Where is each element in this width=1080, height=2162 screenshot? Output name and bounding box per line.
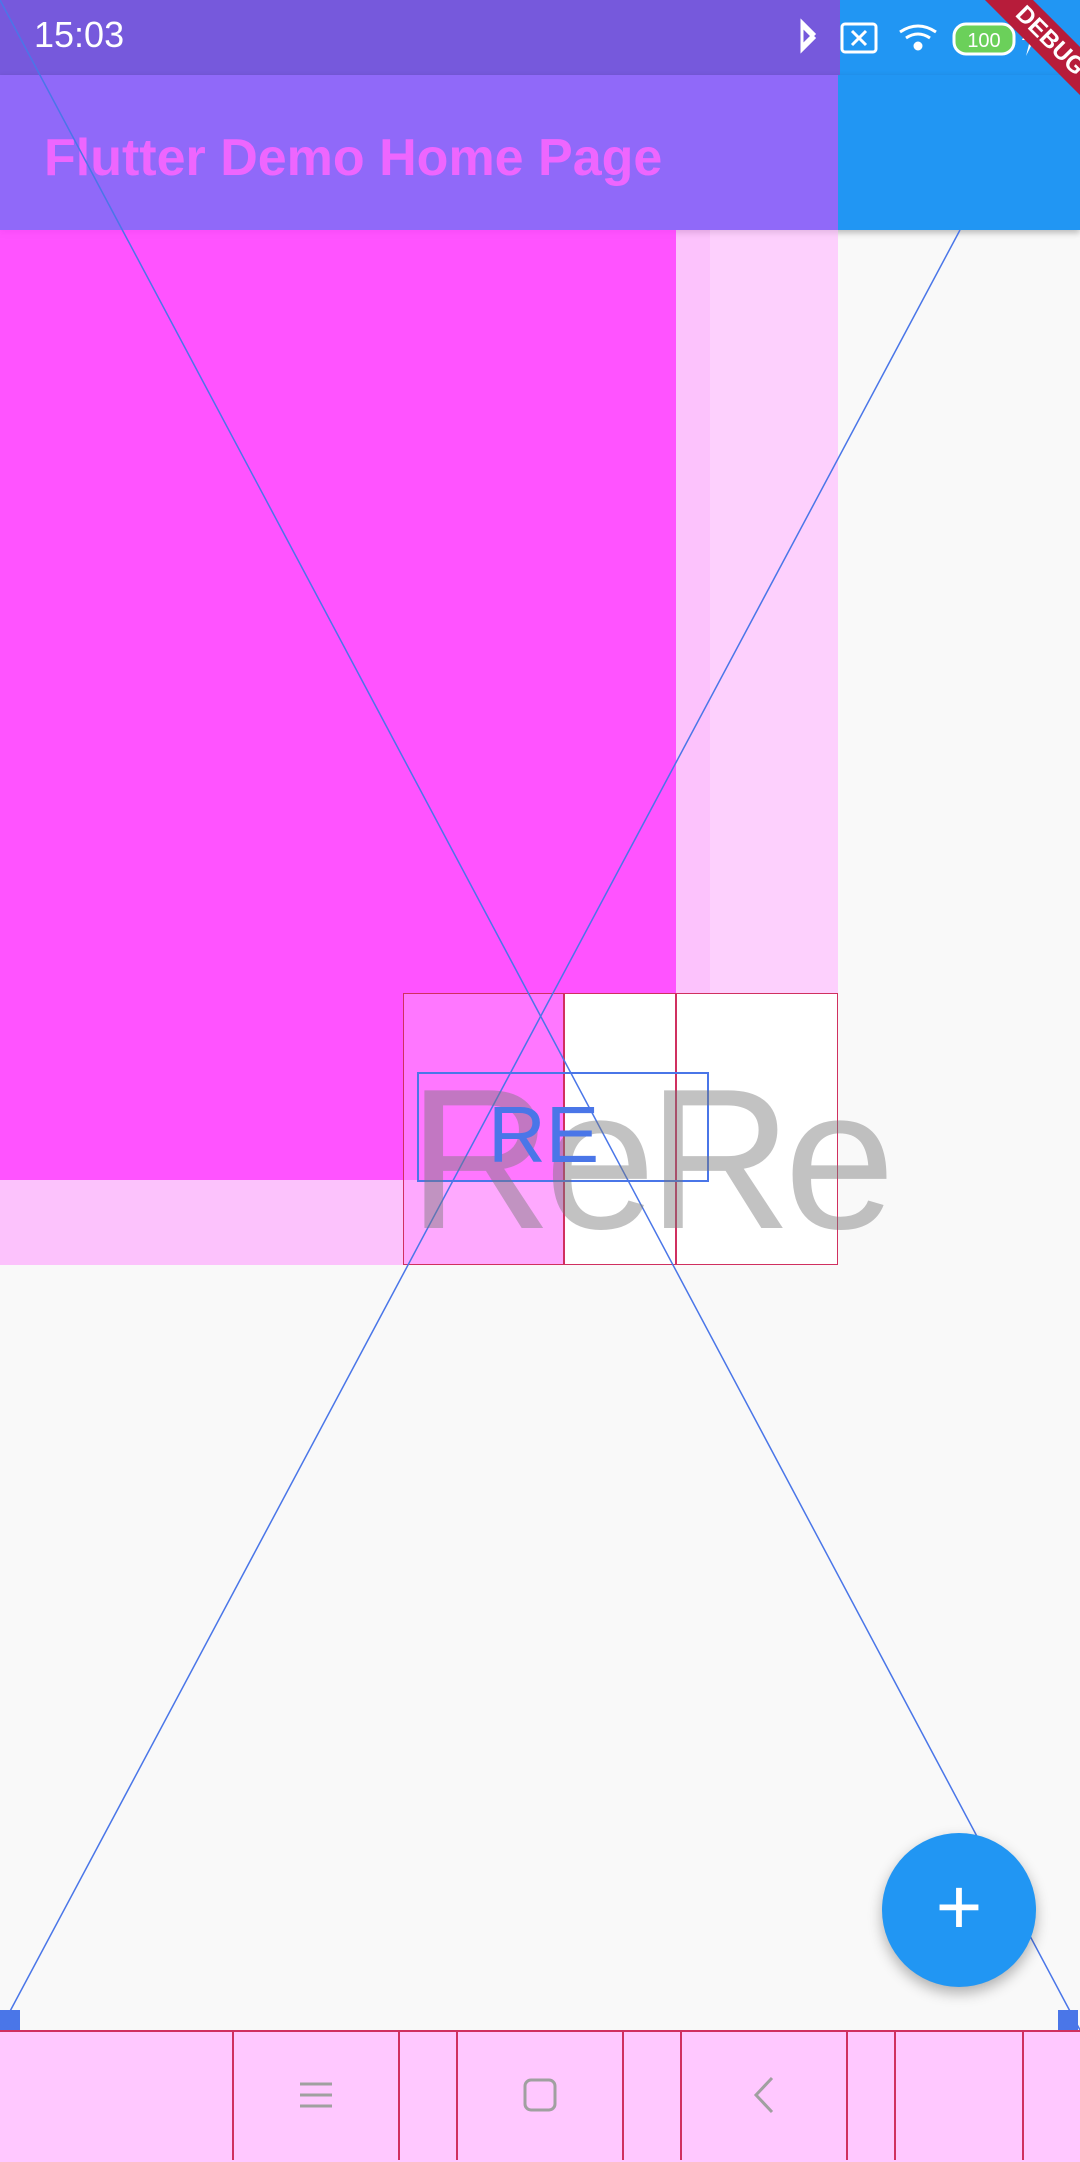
nav-separator bbox=[456, 2030, 458, 2160]
nav-separator bbox=[232, 2030, 234, 2160]
large-text: ReRe bbox=[408, 1048, 895, 1271]
nav-separator bbox=[894, 2030, 896, 2160]
back-icon[interactable] bbox=[726, 2060, 806, 2130]
nav-separator bbox=[680, 2030, 682, 2160]
nav-separator bbox=[846, 2030, 848, 2160]
debug-corner-marker bbox=[0, 2010, 20, 2030]
small-text: RE bbox=[488, 1090, 600, 1179]
debug-corner-marker bbox=[1058, 2010, 1078, 2030]
menu-icon[interactable] bbox=[276, 2060, 356, 2130]
nav-separator bbox=[622, 2030, 624, 2160]
increment-fab-button[interactable]: + bbox=[882, 1833, 1036, 1987]
add-icon: + bbox=[935, 1862, 983, 1951]
nav-separator bbox=[398, 2030, 400, 2160]
home-icon[interactable] bbox=[500, 2060, 580, 2130]
nav-separator bbox=[1022, 2030, 1024, 2160]
